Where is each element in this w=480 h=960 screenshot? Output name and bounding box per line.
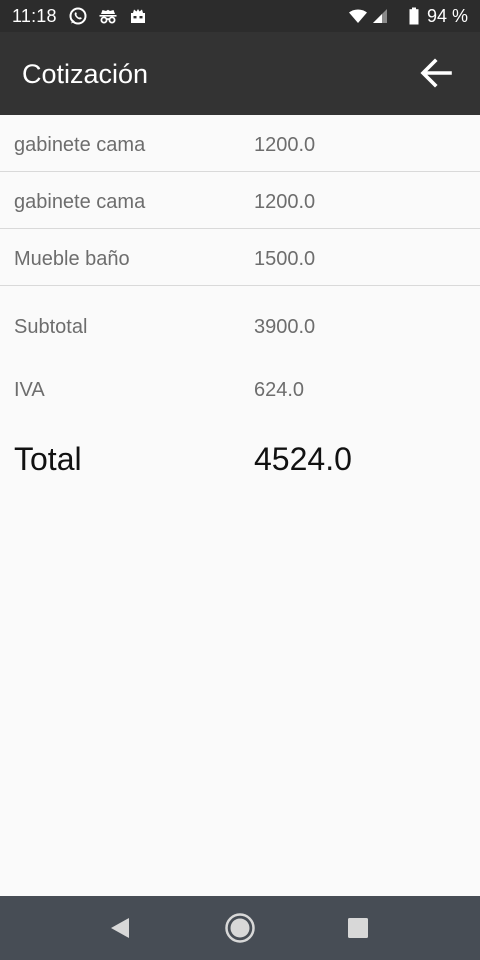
status-bar: 11:18 94 %	[0, 0, 480, 32]
status-time: 11:18	[12, 6, 57, 26]
recents-square-icon[interactable]	[338, 908, 378, 948]
item-name: gabinete cama	[14, 134, 146, 156]
nav-home-button[interactable]	[220, 908, 260, 948]
subtotal-label: Subtotal	[14, 316, 88, 338]
iva-label: IVA	[14, 379, 45, 401]
total-value: 4524.0	[254, 441, 352, 477]
back-button[interactable]	[414, 50, 460, 96]
nav-recents-button[interactable]	[338, 908, 378, 948]
incognito-icon	[99, 9, 117, 24]
battery-icon	[409, 7, 419, 25]
nav-back-button[interactable]	[100, 908, 140, 948]
signal-icon	[373, 9, 387, 23]
item-name: Mueble baño	[14, 248, 130, 270]
item-price: 1200.0	[254, 191, 316, 213]
battery-percentage: 94 %	[426, 6, 468, 26]
back-triangle-icon[interactable]	[100, 908, 140, 948]
item-price: 1500.0	[254, 248, 316, 270]
arrow-back-icon[interactable]	[414, 50, 460, 96]
list-item[interactable]: Mueble baño 1500.0	[0, 229, 480, 286]
navigation-bar	[0, 896, 480, 960]
app-bar: Cotización	[0, 32, 480, 115]
home-circle-icon[interactable]	[220, 908, 260, 948]
wifi-icon	[349, 9, 367, 23]
list-item[interactable]: gabinete cama 1200.0	[0, 115, 480, 172]
notification-icon	[131, 9, 145, 23]
quote-content: gabinete cama 1200.0 gabinete cama 1200.…	[0, 115, 480, 896]
iva-value: 624.0	[254, 379, 305, 401]
item-price: 1200.0	[254, 134, 316, 156]
whatsapp-icon	[69, 7, 87, 25]
total-label: Total	[14, 441, 82, 477]
subtotal-value: 3900.0	[254, 316, 316, 338]
item-name: gabinete cama	[14, 191, 146, 213]
page-title: Cotización	[22, 59, 149, 89]
list-item[interactable]: gabinete cama 1200.0	[0, 172, 480, 229]
